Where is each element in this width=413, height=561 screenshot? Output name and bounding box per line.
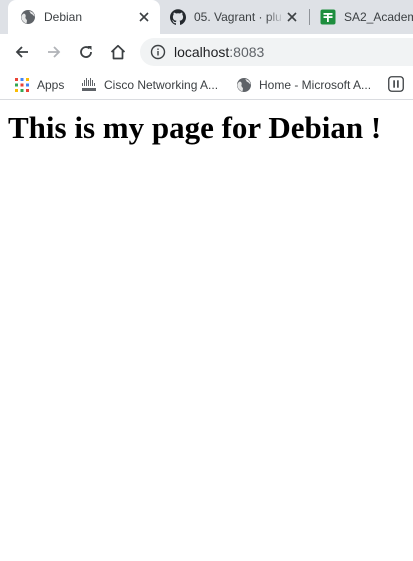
arrow-right-icon: [48, 46, 61, 58]
reload-icon: [80, 46, 92, 58]
url-text: localhost:8083: [174, 44, 264, 60]
arrow-left-icon: [15, 46, 28, 58]
browser-window: Debian 05. Vagrant · plu SA2_Academ loca…: [0, 0, 413, 561]
tab-title: 05. Vagrant · plu: [194, 10, 282, 24]
globe-icon: [237, 78, 251, 92]
cisco-icon: [82, 78, 96, 91]
url-host: localhost: [174, 44, 230, 60]
bookmark-label: Apps: [37, 78, 65, 92]
home-icon: [110, 44, 126, 60]
bookmark-apps[interactable]: Apps: [14, 76, 64, 94]
bookmark-cisco[interactable]: Cisco Networking A...: [81, 76, 218, 94]
tab-title: Debian: [44, 10, 83, 24]
address-bar[interactable]: localhost:8083: [140, 38, 413, 66]
sheets-icon: [320, 9, 336, 25]
tab-title: SA2_Academ: [344, 10, 413, 24]
reload-button[interactable]: [74, 40, 98, 64]
info-icon[interactable]: [150, 44, 166, 60]
tab-vagrant[interactable]: 05. Vagrant · plu: [160, 0, 308, 34]
back-button[interactable]: [10, 40, 34, 64]
forward-button[interactable]: [42, 40, 66, 64]
github-icon: [170, 9, 186, 25]
apps-grid-icon: [15, 78, 29, 92]
tab-strip: Debian 05. Vagrant · plu SA2_Academ: [0, 0, 413, 34]
page-heading: This is my page for Debian !: [8, 110, 382, 145]
toolbar: localhost:8083: [0, 34, 413, 70]
bookmarks-bar: Apps Cisco Networking A... Home - Micros…: [0, 70, 413, 100]
tab-sa2-academ[interactable]: SA2_Academ: [310, 0, 413, 34]
pause-icon[interactable]: [388, 76, 404, 92]
close-tab-icon[interactable]: [284, 9, 300, 25]
tab-debian[interactable]: Debian: [8, 0, 160, 34]
bookmark-label: Home - Microsoft A...: [259, 78, 372, 92]
page-content: This is my page for Debian !: [0, 101, 413, 561]
globe-icon: [21, 10, 35, 24]
close-tab-icon[interactable]: [136, 9, 152, 25]
bookmark-microsoft[interactable]: Home - Microsoft A...: [236, 76, 371, 94]
home-button[interactable]: [106, 40, 130, 64]
url-port: :8083: [229, 44, 265, 60]
bookmark-label: Cisco Networking A...: [104, 78, 219, 92]
